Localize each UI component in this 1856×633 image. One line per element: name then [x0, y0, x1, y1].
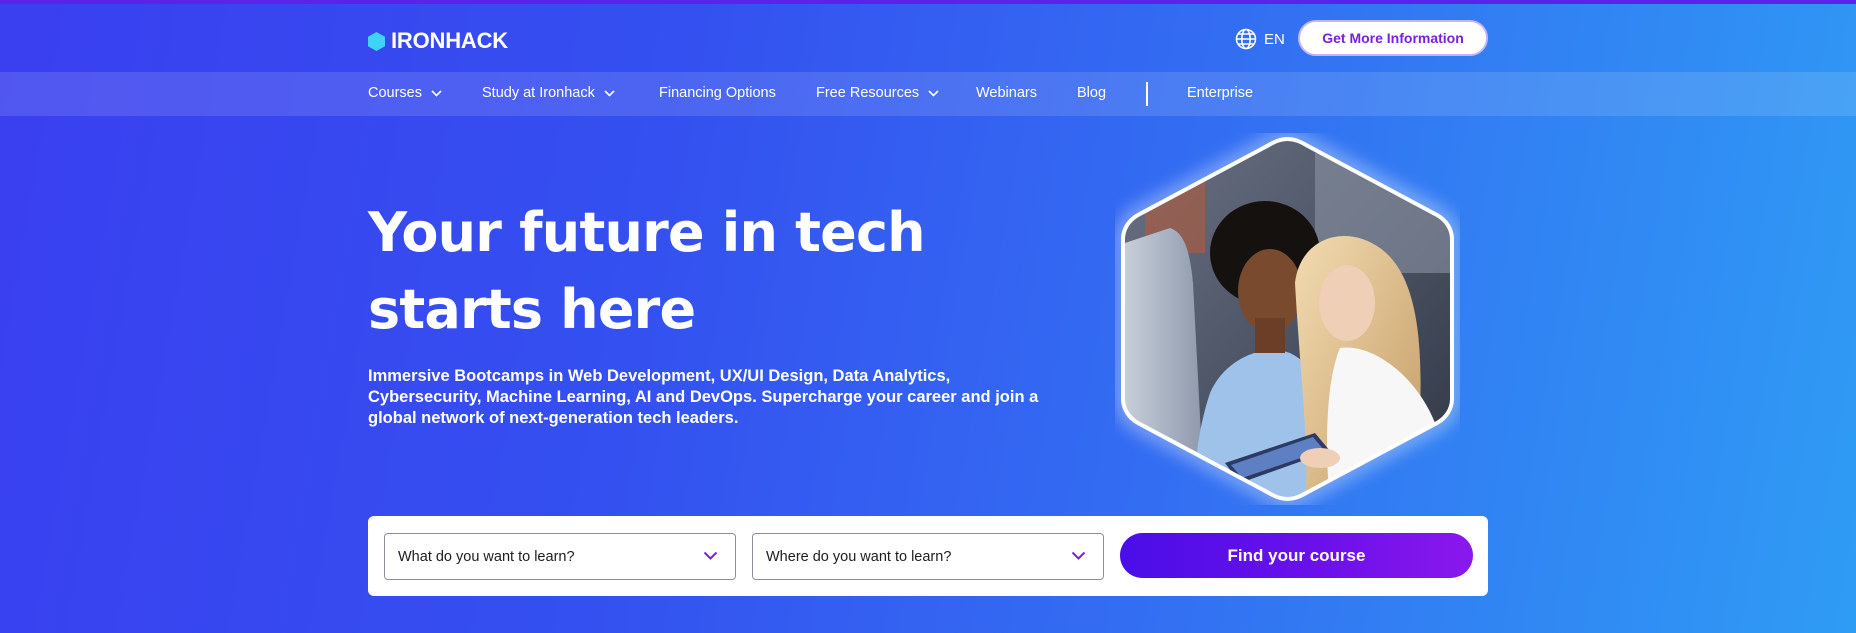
find-your-course-button[interactable]: Find your course	[1120, 533, 1473, 578]
nav-item-label: Financing Options	[659, 85, 776, 101]
language-label: EN	[1264, 30, 1285, 48]
chevron-down-icon	[604, 89, 615, 97]
get-more-information-button[interactable]: Get More Information	[1298, 20, 1488, 56]
chevron-down-icon	[431, 89, 442, 97]
nav-item-label: Enterprise	[1187, 85, 1254, 101]
nav-item-blog[interactable]: Blog	[1077, 85, 1106, 101]
hero-title: Your future in tech starts here	[368, 201, 926, 341]
nav-item-study-at-ironhack[interactable]: Study at Ironhack	[482, 85, 615, 101]
nav-item-label: Free Resources	[816, 85, 920, 101]
hexagon-logo-icon	[368, 31, 385, 51]
nav-item-financing-options[interactable]: Financing Options	[659, 85, 776, 101]
what-to-learn-select[interactable]: What do you want to learn?	[384, 533, 736, 580]
where-to-learn-placeholder: Where do you want to learn?	[766, 548, 952, 565]
ironhack-logo[interactable]: IRONHACK	[368, 28, 508, 54]
hero-subtitle: Immersive Bootcamps in Web Development, …	[368, 367, 1039, 427]
nav-item-label: Webinars	[976, 85, 1037, 101]
chevron-down-icon	[703, 551, 718, 560]
course-search-panel: What do you want to learn? Where do you …	[368, 516, 1488, 596]
nav-divider	[1146, 82, 1148, 106]
site-header: IRONHACK EN Get More Information	[0, 4, 1856, 72]
globe-icon	[1235, 28, 1257, 50]
what-to-learn-placeholder: What do you want to learn?	[398, 548, 575, 565]
nav-item-courses[interactable]: Courses	[368, 85, 442, 101]
nav-item-label: Courses	[368, 85, 422, 101]
language-selector[interactable]: EN	[1235, 28, 1285, 50]
chevron-down-icon	[928, 89, 939, 97]
logo-text: IRONHACK	[391, 28, 508, 53]
nav-item-enterprise[interactable]: Enterprise	[1187, 85, 1253, 101]
chevron-down-icon	[1071, 551, 1086, 560]
nav-item-free-resources[interactable]: Free Resources	[816, 85, 939, 101]
hero-photo-hexagon	[1117, 133, 1458, 505]
nav-item-label: Study at Ironhack	[482, 85, 595, 101]
nav-item-label: Blog	[1077, 85, 1107, 101]
nav-item-webinars[interactable]: Webinars	[976, 85, 1037, 101]
main-nav: Courses Study at Ironhack Financing Opti…	[0, 72, 1856, 116]
where-to-learn-select[interactable]: Where do you want to learn?	[752, 533, 1104, 580]
